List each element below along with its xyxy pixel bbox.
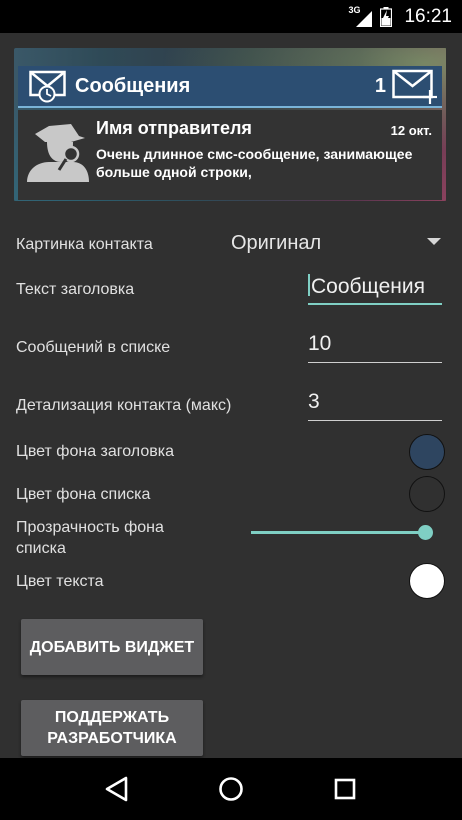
preview-title: Сообщения bbox=[75, 74, 191, 97]
preview-date: 12 окт. bbox=[390, 123, 432, 138]
status-bar: 3G 16:21 bbox=[0, 0, 462, 33]
support-developer-button[interactable]: ПОДДЕРЖАТЬ РАЗРАБОТЧИКА bbox=[21, 700, 203, 756]
text-color-swatch[interactable] bbox=[409, 563, 445, 599]
header-bg-color-swatch[interactable] bbox=[409, 434, 445, 470]
contact-picture-dropdown[interactable]: Оригинал bbox=[231, 232, 445, 258]
text-cursor bbox=[308, 274, 310, 296]
preview-message-text: Очень длинное смс-сообщение, занимающее … bbox=[96, 146, 413, 180]
header-text-value: Сообщения bbox=[311, 275, 425, 298]
dropdown-arrow-icon bbox=[427, 238, 441, 245]
header-bg-color-label: Цвет фона заголовка bbox=[16, 443, 174, 460]
messages-in-list-value: 10 bbox=[308, 332, 332, 355]
text-color-label: Цвет текста bbox=[16, 573, 104, 590]
home-button[interactable] bbox=[201, 764, 261, 814]
network-signal-icon: 3G bbox=[348, 5, 373, 27]
preview-sender: Имя отправителя bbox=[96, 118, 252, 138]
back-button[interactable] bbox=[87, 764, 147, 814]
contact-detail-value: 3 bbox=[308, 390, 320, 413]
preview-message-count: 1 bbox=[374, 74, 386, 97]
battery-icon bbox=[380, 6, 393, 27]
messages-in-list-field[interactable]: 10 bbox=[308, 329, 442, 363]
header-text-field[interactable]: Сообщения bbox=[308, 271, 442, 305]
widget-preview: Сообщения 1 Имя отправителя 12 окт. Очен… bbox=[14, 48, 446, 201]
contact-picture-value: Оригинал bbox=[231, 232, 322, 254]
navigation-bar bbox=[0, 758, 462, 820]
recents-button[interactable] bbox=[315, 764, 375, 814]
contact-avatar-icon bbox=[27, 124, 89, 182]
preview-message-item: Имя отправителя 12 окт. Очень длинное см… bbox=[18, 110, 442, 200]
home-icon bbox=[219, 777, 243, 801]
transparency-slider-thumb[interactable] bbox=[418, 525, 433, 540]
contact-picture-label: Картинка контакта bbox=[16, 236, 153, 253]
header-text-label: Текст заголовка bbox=[16, 281, 135, 298]
add-widget-button[interactable]: ДОБАВИТЬ ВИДЖЕТ bbox=[21, 619, 203, 675]
messages-in-list-label: Сообщений в списке bbox=[16, 339, 171, 356]
clock: 16:21 bbox=[404, 5, 452, 27]
recents-icon bbox=[334, 778, 356, 800]
list-bg-color-label: Цвет фона списка bbox=[16, 486, 151, 503]
list-transparency-label: Прозрачность фона списка bbox=[16, 519, 164, 557]
transparency-slider-track[interactable] bbox=[251, 531, 426, 534]
mail-clock-icon bbox=[29, 70, 66, 103]
preview-header: Сообщения 1 bbox=[18, 66, 442, 108]
contact-detail-label: Детализация контакта (макс) bbox=[16, 397, 232, 414]
settings-screen: Сообщения 1 Имя отправителя 12 окт. Очен… bbox=[0, 33, 462, 758]
new-message-icon bbox=[392, 69, 437, 104]
back-icon bbox=[105, 776, 128, 802]
list-bg-color-swatch[interactable] bbox=[409, 476, 445, 512]
contact-detail-field[interactable]: 3 bbox=[308, 387, 442, 421]
